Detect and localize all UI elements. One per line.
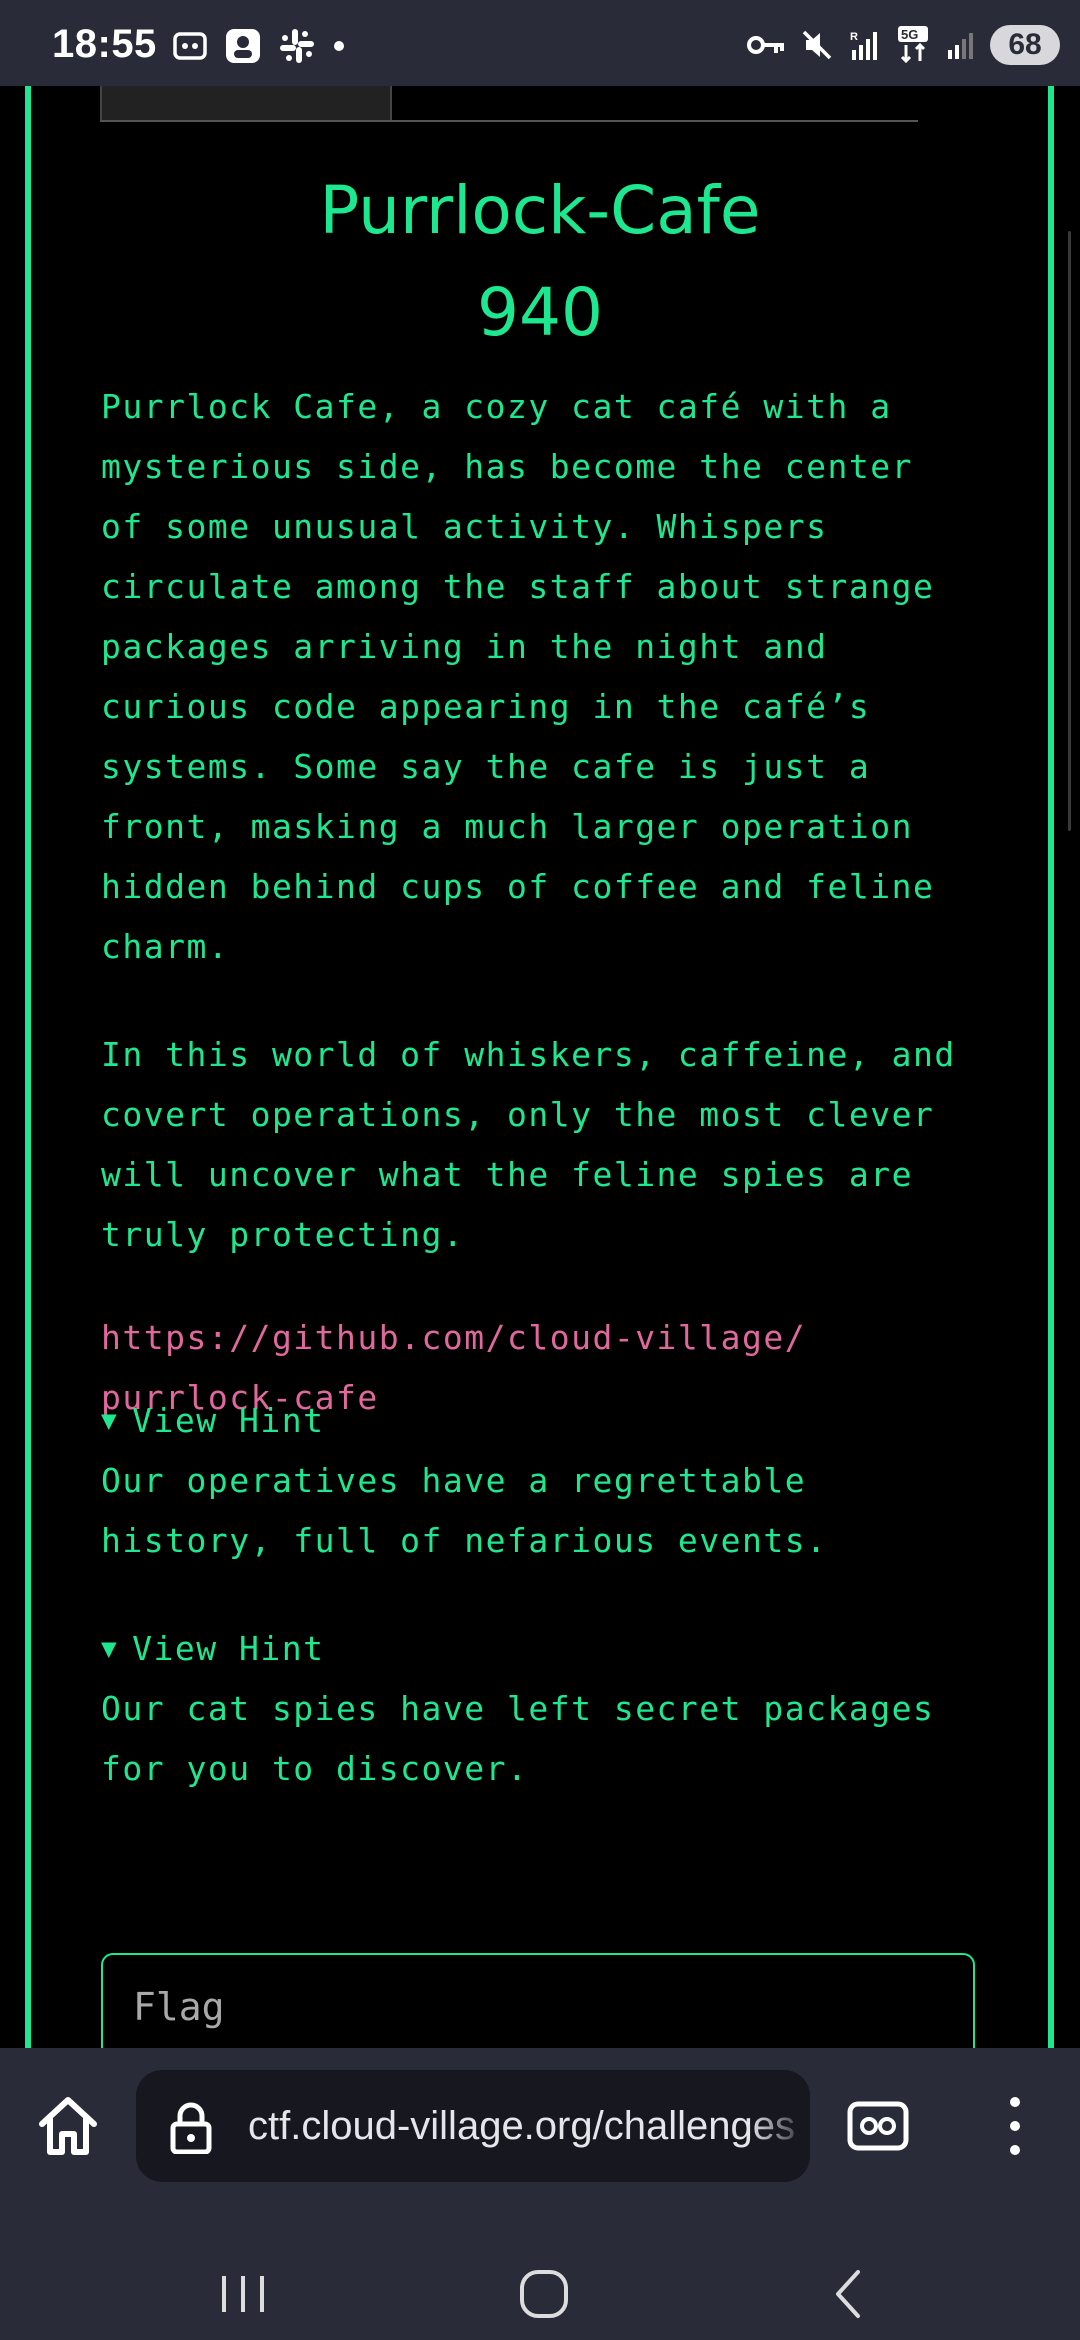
svg-text:5G: 5G <box>901 27 918 42</box>
battery-indicator: 68 <box>990 25 1060 65</box>
system-icons: R 5G 68 <box>746 24 1060 66</box>
url-bar[interactable]: ctf.cloud-village.org/challenges <box>136 2070 810 2182</box>
hint-line: history, full of nefarious events. <box>101 1521 828 1560</box>
status-bar: 18:55 R 5G 68 <box>0 0 1080 86</box>
link-line[interactable]: https://github.com/cloud-village/ <box>101 1308 806 1368</box>
hint-line: for you to discover. <box>101 1749 529 1788</box>
challenge-page: Purrlock-Cafe 940 Purrlock Cafe, a cozy … <box>0 86 1080 2048</box>
browser-toolbar: ctf.cloud-village.org/challenges <box>0 2048 1080 2248</box>
url-fade <box>750 2070 810 2182</box>
description-line: systems. Some say the cafe is just a <box>101 747 871 786</box>
notification-icons <box>172 26 346 66</box>
frame-border-left <box>25 86 31 2048</box>
dot-icon <box>334 41 344 51</box>
vpn-key-icon <box>747 36 784 54</box>
description-line: Purrlock Cafe, a cozy cat café with a <box>101 387 892 426</box>
flag-placeholder: Flag <box>133 1985 225 2029</box>
hint-line: Our cat spies have left secret packages <box>101 1689 935 1728</box>
challenge-description: Purrlock Cafe, a cozy cat café with a my… <box>101 377 1001 977</box>
svg-text:R: R <box>850 31 858 43</box>
frame-border-right <box>1048 86 1054 2048</box>
description-line: front, masking a much larger operation <box>101 807 913 846</box>
hint-text-2: Our cat spies have left secret packages … <box>101 1679 934 1799</box>
mute-icon <box>802 30 832 60</box>
challenge-description-2: In this world of whiskers, caffeine, and… <box>101 1025 1001 1265</box>
tab-challenge[interactable] <box>100 86 392 120</box>
description-line: hidden behind cups of coffee and feline <box>101 867 935 906</box>
description-line: charm. <box>101 927 230 966</box>
url-text: ctf.cloud-village.org/challenges <box>248 2104 795 2148</box>
incognito-tabs-icon[interactable] <box>846 2094 910 2158</box>
hint-1: ▼ View Hint Our operatives have a regret… <box>101 1391 828 1571</box>
nav-home-icon[interactable] <box>514 2264 574 2324</box>
lock-icon <box>170 2102 212 2154</box>
challenge-tab-strip <box>100 86 918 122</box>
description-line: circulate among the staff about strange <box>101 567 935 606</box>
view-hint-label: View Hint <box>132 1401 325 1440</box>
app-icon <box>226 29 260 63</box>
description-line: mysterious side, has become the center <box>101 447 913 486</box>
home-icon[interactable] <box>32 2090 104 2162</box>
description-line: will uncover what the feline spies are <box>101 1155 913 1194</box>
slack-icon <box>280 29 314 63</box>
hint-line: Our operatives have a regrettable <box>101 1461 807 1500</box>
signal-r-icon: R <box>850 31 877 60</box>
signal-icon <box>948 33 973 59</box>
recents-icon[interactable] <box>218 2270 268 2318</box>
challenge-points: 940 <box>477 274 603 351</box>
status-time: 18:55 <box>52 22 157 66</box>
back-icon[interactable] <box>826 2264 870 2324</box>
description-line: curious code appearing in the café’s <box>101 687 871 726</box>
description-line: of some unusual activity. Whispers <box>101 507 828 546</box>
view-hint-toggle-2[interactable]: ▼ View Hint <box>101 1619 934 1679</box>
flag-input[interactable]: Flag <box>101 1953 975 2048</box>
description-line: truly protecting. <box>101 1215 465 1254</box>
screenshot-icon <box>173 32 207 60</box>
system-nav-bar <box>0 2248 1080 2340</box>
triangle-down-icon: ▼ <box>101 1406 119 1436</box>
challenge-title: Purrlock-Cafe <box>319 172 761 249</box>
triangle-down-icon: ▼ <box>101 1634 119 1664</box>
description-line: packages arriving in the night and <box>101 627 828 666</box>
hint-text-1: Our operatives have a regrettable histor… <box>101 1451 828 1571</box>
more-options-icon[interactable] <box>990 2088 1040 2164</box>
description-line: In this world of whiskers, caffeine, and <box>101 1035 956 1074</box>
view-hint-toggle-1[interactable]: ▼ View Hint <box>101 1391 828 1451</box>
description-line: covert operations, only the most clever <box>101 1095 935 1134</box>
hint-2: ▼ View Hint Our cat spies have left secr… <box>101 1619 934 1799</box>
view-hint-label: View Hint <box>132 1629 325 1668</box>
5g-icon: 5G <box>898 26 928 64</box>
